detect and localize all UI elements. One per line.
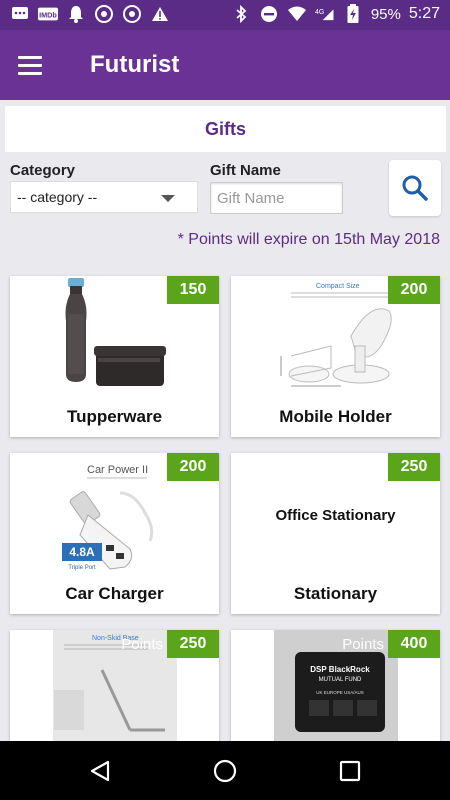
svg-text:UK EUROPE USA/AUS: UK EUROPE USA/AUS [316,690,364,695]
app-bar: Futurist [0,30,450,100]
imdb-icon: IMDb [38,4,58,24]
svg-text:Car Power II: Car Power II [87,464,148,476]
points-label: Points [342,636,384,653]
messages-icon [10,4,30,24]
points-badge: 150 [167,276,219,304]
menu-icon[interactable] [18,50,52,80]
chrome-icon [94,4,114,24]
svg-text:IMDb: IMDb [39,11,57,20]
status-bar: IMDb 4G 95% 5:27 [0,0,450,30]
recents-button[interactable] [335,756,365,786]
stationary-image-text: Office Stationary [275,507,396,524]
points-badge: 400 [388,630,440,658]
chrome-icon-2 [122,4,142,24]
search-icon [402,175,428,201]
home-button[interactable] [210,756,240,786]
do-not-disturb-icon [259,4,279,24]
gift-card[interactable]: Office Stationary 250 Stationary [231,453,440,614]
points-expiry-note: * Points will expire on 15th May 2018 [177,231,440,248]
back-triangle-icon [90,760,110,782]
svg-text:Compact Size: Compact Size [316,283,360,290]
search-button[interactable] [389,160,441,216]
system-nav-bar [0,741,450,800]
battery-icon [343,4,363,24]
gift-name: Mobile Holder [279,407,392,426]
svg-text:4.8A: 4.8A [69,545,95,559]
category-select[interactable]: -- category -- [10,181,198,213]
battery-percent: 95% [370,5,401,23]
gift-name-input[interactable] [210,182,343,214]
category-select-value: -- category -- [17,189,98,205]
svg-text:MUTUAL FUND: MUTUAL FUND [319,677,362,683]
category-label: Category [10,162,76,179]
points-badge: 250 [167,630,219,658]
app-title: Futurist [90,51,180,78]
wifi-icon [287,4,307,24]
points-badge: 200 [388,276,440,304]
home-circle-icon [213,759,237,783]
section-header: Gifts [5,106,446,152]
svg-text:4G: 4G [315,9,324,16]
gift-name: Stationary [293,584,378,603]
points-badge: 200 [167,453,219,481]
gift-name: Tupperware [66,407,163,426]
warning-icon [150,4,170,24]
gift-name: Car Charger [65,584,164,603]
recents-square-icon [339,760,361,782]
gift-name-label: Gift Name [210,162,281,179]
gift-card[interactable]: Compact Size 200 Mobile Holder [231,276,440,437]
points-badge: 250 [388,453,440,481]
back-button[interactable] [85,756,115,786]
section-title: Gifts [204,119,246,139]
gift-card[interactable]: 150 Tupperware [10,276,219,437]
svg-text:DSP BlackRock: DSP BlackRock [310,665,370,674]
svg-text:Triple Port: Triple Port [68,565,96,571]
bluetooth-icon [231,4,251,24]
gift-card[interactable]: Car Power II 4.8A Triple Port 200 Car Ch… [10,453,219,614]
clock: 5:27 [408,5,440,22]
chevron-down-icon [161,195,175,202]
notification-bell-icon [66,4,86,24]
cell-signal-icon: 4G [315,4,335,24]
points-label: Points [121,636,163,653]
